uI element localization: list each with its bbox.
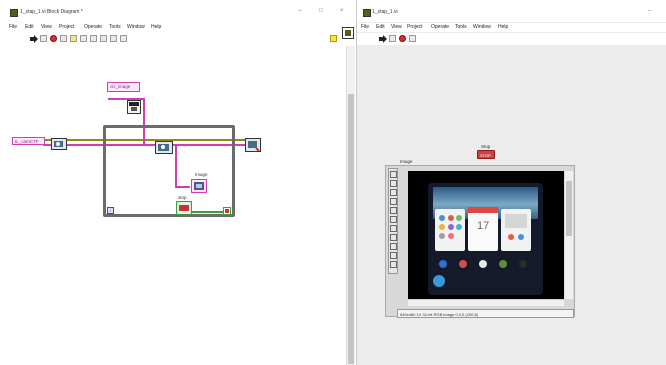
- fp-run-arrow-icon[interactable]: [379, 35, 387, 43]
- fp-menu-project[interactable]: Project: [407, 24, 423, 30]
- imaq-create-node[interactable]: [127, 100, 141, 114]
- line-tool-icon[interactable]: [390, 207, 397, 214]
- labview-app-icon: [10, 9, 18, 17]
- fp-abort-icon[interactable]: [399, 35, 406, 42]
- menu-project[interactable]: Project: [59, 24, 75, 30]
- context-help-icon[interactable]: [330, 35, 337, 42]
- step-out-icon[interactable]: [110, 35, 117, 42]
- calendar-date: 17: [477, 220, 490, 232]
- loop-iteration-label: i: [110, 208, 111, 213]
- menu-window[interactable]: Window: [127, 24, 145, 30]
- block-diagram-vertical-scrollbar[interactable]: [346, 46, 355, 365]
- polygon-tool-icon[interactable]: [390, 252, 397, 259]
- fp-menu-help[interactable]: Help: [498, 24, 508, 30]
- rotated-rectangle-tool-icon[interactable]: [390, 225, 397, 232]
- annulus-tool-icon[interactable]: [390, 243, 397, 250]
- image-indicator-label: Image: [195, 172, 208, 177]
- menu-operate[interactable]: Operate: [84, 24, 102, 30]
- app-card-left: [435, 209, 465, 251]
- minimize-icon[interactable]: –: [298, 8, 301, 14]
- session-control[interactable]: IL_camCTF: [12, 137, 45, 145]
- fp-stop-label: Stop: [481, 144, 491, 149]
- freehand-tool-icon[interactable]: [390, 261, 397, 268]
- session-control-label: IL_camCTF: [15, 139, 39, 144]
- block-diagram-titlebar: 1_stap_1.vi Block Diagram * – □ ×: [0, 0, 356, 22]
- pause-icon[interactable]: [60, 35, 67, 42]
- image-display-frame: 17: [385, 165, 575, 317]
- block-diagram-window: 1_stap_1.vi Block Diagram * – □ × File E…: [0, 0, 357, 365]
- image-status-text: 640x480 1X 32-bit RGB image 0,0,0 (100,8…: [400, 311, 479, 317]
- front-panel-window: 1_stap_1.vi – File Edit View Project Ope…: [357, 0, 666, 365]
- image-tools-palette: [388, 168, 398, 274]
- pointer-tool-icon[interactable]: [390, 180, 397, 187]
- pan-tool-icon[interactable]: [390, 189, 397, 196]
- block-diagram-title: 1_stap_1.vi Block Diagram *: [20, 9, 83, 15]
- image-constant[interactable]: cis_image: [107, 82, 140, 92]
- front-panel-titlebar: 1_stap_1.vi –: [357, 0, 666, 22]
- run-arrow-icon[interactable]: [30, 35, 38, 43]
- fp-menu-window[interactable]: Window: [473, 24, 491, 30]
- front-panel-minimize-icon[interactable]: –: [648, 8, 651, 14]
- dock-row: [433, 257, 538, 271]
- fp-menu-view[interactable]: View: [391, 24, 402, 30]
- menu-view[interactable]: View: [41, 24, 52, 30]
- front-panel-menubar: File Edit View Project Operate Tools Win…: [357, 23, 666, 32]
- while-loop-frame[interactable]: [103, 125, 235, 217]
- menu-edit[interactable]: Edit: [25, 24, 34, 30]
- fp-pause-icon[interactable]: [409, 35, 416, 42]
- stop-button[interactable]: STOP: [477, 150, 495, 159]
- calendar-header: [468, 207, 498, 213]
- menu-help[interactable]: Help: [151, 24, 161, 30]
- fp-menu-edit[interactable]: Edit: [376, 24, 385, 30]
- image-status-bar: 640x480 1X 32-bit RGB image 0,0,0 (100,8…: [397, 309, 574, 318]
- block-diagram-menubar: File Edit View Project Operate Tools Win…: [0, 23, 356, 32]
- front-panel-app-icon: [363, 9, 371, 17]
- image-horizontal-scrollbar[interactable]: [408, 299, 564, 306]
- point-tool-icon[interactable]: [390, 198, 397, 205]
- menu-tools[interactable]: Tools: [109, 24, 121, 30]
- rectangle-tool-icon[interactable]: [390, 216, 397, 223]
- block-diagram-canvas[interactable]: cis_image IL_camCTF i Image stop: [5, 46, 347, 365]
- block-diagram-scroll-thumb[interactable]: [348, 94, 354, 364]
- oval-tool-icon[interactable]: [390, 234, 397, 241]
- image-display-label: Image: [400, 159, 413, 164]
- home-app-icon: [433, 275, 445, 287]
- maximize-icon[interactable]: □: [319, 8, 323, 14]
- phone-screen: 17: [428, 183, 543, 295]
- step-into-icon[interactable]: [90, 35, 97, 42]
- camera-image-viewport[interactable]: 17: [408, 171, 564, 299]
- fp-menu-operate[interactable]: Operate: [431, 24, 449, 30]
- run-continuously-icon[interactable]: [40, 35, 47, 42]
- imaqdx-open-camera-node[interactable]: [51, 138, 67, 150]
- menu-file[interactable]: File: [9, 24, 17, 30]
- image-constant-label: cis_image: [110, 84, 131, 89]
- stop-terminal-label: stop: [178, 195, 187, 200]
- imaqdx-close-camera-node[interactable]: [245, 138, 261, 152]
- front-panel-title: 1_stap_1.vi: [372, 9, 398, 15]
- fp-menu-tools[interactable]: Tools: [455, 24, 467, 30]
- abort-icon[interactable]: [50, 35, 57, 42]
- front-panel-toolbar: [357, 33, 666, 45]
- calendar-card: 17: [468, 207, 498, 251]
- zoom-tool-icon[interactable]: [390, 171, 397, 178]
- highlight-execution-icon[interactable]: [70, 35, 77, 42]
- stop-button-terminal[interactable]: [176, 201, 192, 215]
- loop-iteration-terminal: i: [107, 207, 114, 214]
- stop-button-text: STOP: [480, 152, 491, 158]
- close-icon[interactable]: ×: [340, 8, 344, 14]
- fp-run-continuously-icon[interactable]: [389, 35, 396, 42]
- fp-menu-file[interactable]: File: [361, 24, 369, 30]
- image-vertical-scroll-thumb[interactable]: [566, 181, 572, 236]
- step-over-icon[interactable]: [100, 35, 107, 42]
- image-indicator-terminal[interactable]: [191, 179, 207, 193]
- vi-icon[interactable]: [342, 27, 354, 39]
- clean-up-icon[interactable]: [120, 35, 127, 42]
- imaqdx-grab-node[interactable]: [155, 141, 173, 154]
- image-vertical-scrollbar[interactable]: [564, 171, 573, 299]
- block-diagram-toolbar: [0, 27, 356, 45]
- app-card-right: [501, 209, 531, 251]
- loop-condition-terminal[interactable]: [223, 207, 231, 215]
- retain-wire-values-icon[interactable]: [80, 35, 87, 42]
